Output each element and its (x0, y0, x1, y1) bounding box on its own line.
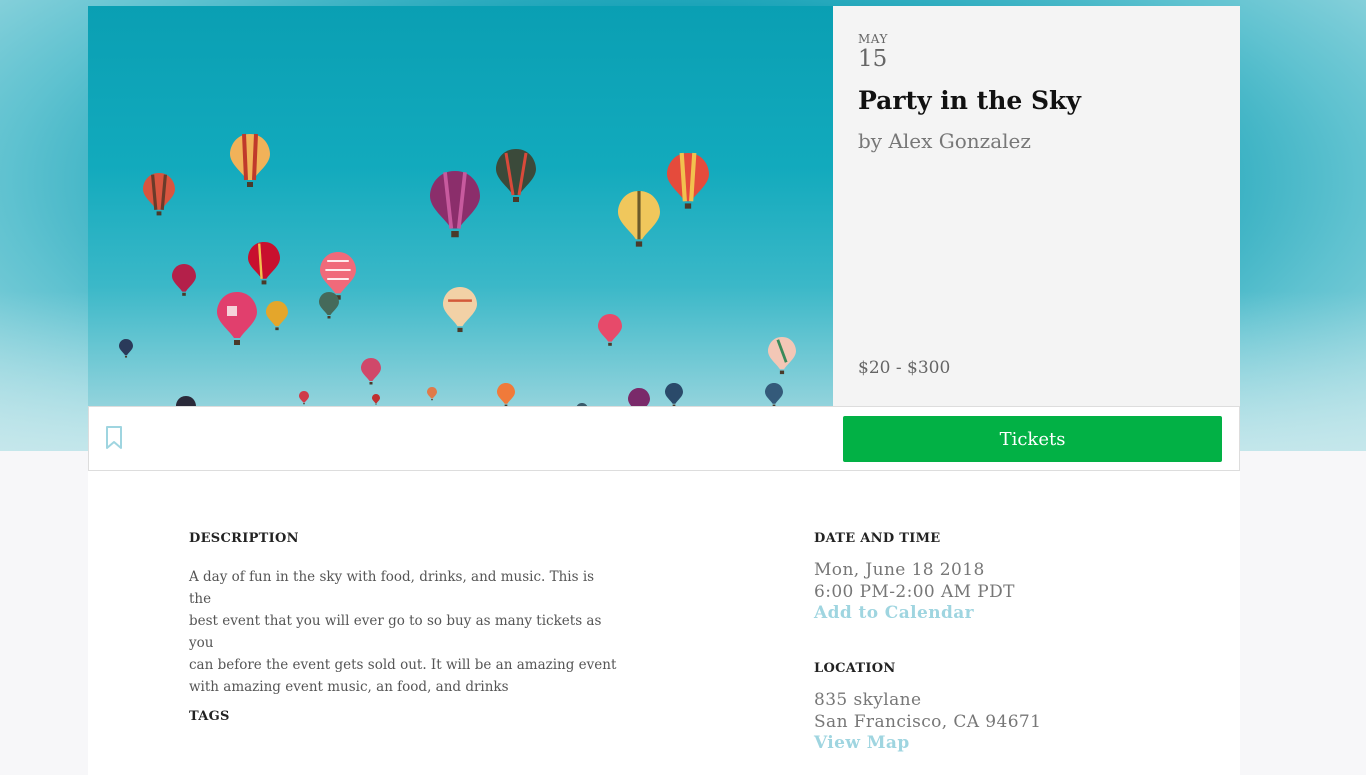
event-header-card: MAY 15 Party in the Sky by Alex Gonzalez… (88, 6, 1240, 406)
event-summary-panel: MAY 15 Party in the Sky by Alex Gonzalez… (833, 6, 1240, 406)
description-heading: DESCRIPTION (189, 531, 299, 546)
hot-air-balloons-illustration (119, 133, 796, 406)
date-time-heading: DATE AND TIME (814, 531, 941, 546)
bookmark-icon[interactable] (104, 425, 124, 451)
event-time: 6:00 PM-2:00 AM PDT (814, 582, 1015, 602)
description-line: can before the event gets sold out. It w… (189, 657, 617, 673)
event-details: DESCRIPTION A day of fun in the sky with… (88, 471, 1240, 775)
description-line: best event that you will ever go to so b… (189, 613, 602, 651)
description-line: A day of fun in the sky with food, drink… (189, 569, 595, 607)
view-map-link[interactable]: View Map (814, 733, 910, 753)
event-month: MAY (858, 32, 888, 46)
location-street: 835 skylane (814, 690, 922, 710)
event-price-range: $20 - $300 (858, 358, 951, 378)
action-bar: Tickets (88, 406, 1240, 471)
location-heading: LOCATION (814, 661, 896, 676)
balloon-cluster (119, 133, 796, 406)
location-city: San Francisco, CA 94671 (814, 712, 1042, 732)
event-organizer: by Alex Gonzalez (858, 129, 1031, 153)
hero-image-balloons (88, 6, 833, 406)
event-date: Mon, June 18 2018 (814, 560, 985, 580)
event-title: Party in the Sky (858, 86, 1081, 115)
description-body: A day of fun in the sky with food, drink… (189, 566, 619, 698)
description-line: with amazing event music, an food, and d… (189, 679, 509, 695)
tickets-button[interactable]: Tickets (843, 416, 1222, 462)
event-day: 15 (858, 46, 888, 72)
tags-heading: TAGS (189, 709, 230, 724)
add-to-calendar-link[interactable]: Add to Calendar (814, 603, 974, 623)
